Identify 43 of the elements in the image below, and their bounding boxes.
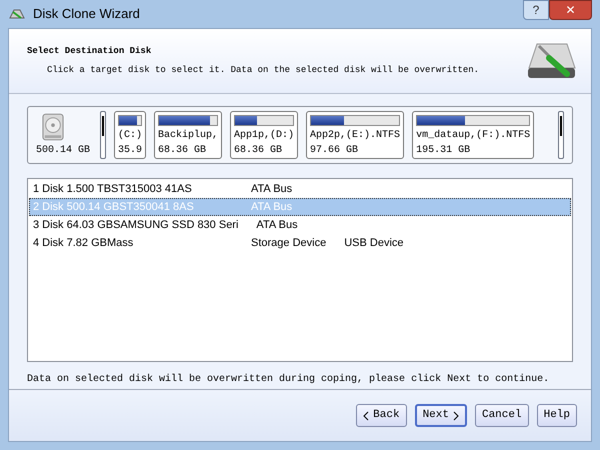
disk-list-text: ATA Bus (251, 200, 292, 215)
dialog-button[interactable]: Help (536, 404, 577, 427)
disk-list-text: 3 Disk 64.03 GBSAMSUNG SSD 830 Seri (33, 218, 238, 233)
partition-size: 97.66 GB (310, 144, 360, 158)
disk-list-text: ATA Bus (256, 218, 298, 233)
disk-capacity: 500.14 GB (36, 144, 90, 158)
scroll-marker-icon (558, 111, 564, 159)
step-title: Select Destination Disk (27, 44, 152, 58)
step-description: Click a target disk to select it. Data on the selected disk will be overwritten. (46, 64, 480, 77)
scroll-marker-icon (100, 111, 106, 159)
dialog-button[interactable]: Cancel (474, 404, 529, 427)
app-icon (9, 8, 25, 20)
disk-list-text: Storage Device (251, 236, 326, 251)
partition-block[interactable]: Backiplup, 68.36 GB (154, 111, 222, 159)
disk-list-item[interactable]: 1 Disk 1.500 TBST315003 41AS ATA Bus (29, 180, 571, 198)
help-button[interactable]: ? (523, 0, 549, 20)
chevron-right-icon (452, 410, 459, 420)
partition-label: App1p,(D:) (234, 128, 294, 143)
partition-label: Backiplup, (158, 128, 218, 143)
partition-size: 68.36 GB (158, 144, 208, 158)
partition-block[interactable]: (C:) 35.9 (114, 111, 146, 159)
disk-list-text: 4 Disk 7.82 GBMass (33, 236, 134, 251)
chevron-left-icon (363, 410, 370, 420)
disk-list-text: ATA Bus (251, 182, 292, 197)
partition-label: vm_dataup,(F:).NTFS (416, 128, 530, 143)
disk-list-text: 1 Disk 1.500 TBST315003 41AS (33, 182, 193, 197)
partition-label: (C:) (118, 128, 142, 143)
disk-list-item[interactable]: 3 Disk 64.03 GBSAMSUNG SSD 830 Seri ATA Bus (29, 216, 571, 234)
window-title: Disk Clone Wizard (33, 5, 140, 24)
next-button[interactable]: Next (414, 404, 467, 427)
disk-list-item[interactable]: 4 Disk 7.82 GBMass Storage Device USB Device (29, 234, 571, 252)
partition-block[interactable]: vm_dataup,(F:).NTFS 195.31 GB (412, 111, 534, 159)
back-button[interactable]: Back (356, 404, 407, 427)
partition-block[interactable]: App2p,(E:).NTFS 97.66 GB (306, 111, 404, 159)
partition-size: 35.9 (118, 144, 142, 158)
disk-list-text: USB Device (344, 236, 404, 251)
disk-list-text: 2 Disk 500.14 GBST350041 8AS (33, 200, 195, 215)
partition-size: 195.31 GB (416, 144, 472, 158)
partition-label: App2p,(E:).NTFS (310, 128, 400, 143)
close-button[interactable]: ✕ (549, 0, 592, 20)
partition-size: 68.36 GB (234, 144, 284, 158)
instruction-text: Data on selected disk will be overwritten during coping, please click Next to continue. (26, 372, 550, 387)
partition-block[interactable]: App1p,(D:) 68.36 GB (230, 111, 298, 159)
